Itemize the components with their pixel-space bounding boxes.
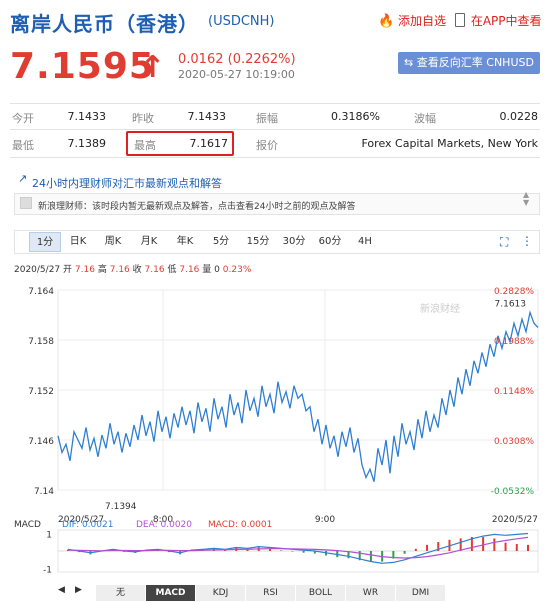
macd-legend-0: MACD: [14, 520, 41, 530]
indicator-tab-1[interactable]: MACD: [146, 585, 196, 601]
divider: [10, 129, 540, 130]
macd-y-tick: 1: [46, 531, 52, 541]
wave-value: 0.0228: [499, 110, 539, 123]
quoter-label: 报价: [256, 139, 278, 152]
tab-5[interactable]: 5分: [205, 232, 237, 252]
reverse-rate-button[interactable]: ⇆ 查看反向汇率 CNHUSD: [398, 52, 540, 74]
macd-bar: [268, 549, 271, 551]
tab-2[interactable]: 周K: [97, 232, 129, 252]
indicator-tab-4[interactable]: BOLL: [296, 585, 346, 601]
tab-4[interactable]: 年K: [169, 232, 201, 252]
news-heading[interactable]: 24小时内理财师对汇市最新观点和解答: [32, 175, 222, 191]
tab-8[interactable]: 60分: [313, 232, 347, 252]
app-view-button[interactable]: 在APP中查看: [455, 12, 542, 29]
macd-bar: [369, 551, 372, 562]
low-value: 7.1389: [67, 137, 107, 150]
scroll-right-icon[interactable]: ▶: [75, 585, 82, 595]
tab-6[interactable]: 15分: [241, 232, 275, 252]
macd-bar: [280, 550, 283, 551]
open-value: 7.1433: [67, 110, 107, 123]
tab-7[interactable]: 30分: [277, 232, 311, 252]
divider: [10, 103, 540, 104]
quoter-value: Forex Capital Markets, New York: [361, 137, 539, 150]
tab-9[interactable]: 4H: [349, 232, 381, 252]
macd-bar: [291, 551, 294, 552]
high-value: 7.1617: [189, 137, 229, 150]
app-view-label: 在APP中查看: [470, 14, 542, 28]
amplitude-label: 振幅: [256, 112, 278, 125]
pct-tick-label: 0.1988%: [494, 337, 534, 347]
x-end-label: 2020/5/27: [492, 515, 538, 525]
macd-bar: [426, 544, 429, 551]
y-tick-label: 7.146: [28, 437, 54, 447]
current-price: 7.1595: [10, 46, 155, 87]
high-marker: 7.1613: [495, 300, 527, 310]
y-tick-label: 7.164: [28, 287, 54, 297]
trend-icon: ↗: [18, 172, 28, 185]
macd-y-tick: -1: [43, 566, 52, 576]
pct-tick-label: -0.0532%: [491, 487, 535, 497]
amplitude-value: 0.3186%: [331, 110, 380, 123]
macd-bar: [403, 551, 406, 554]
macd-legend-3: MACD: 0.0001: [208, 520, 272, 530]
macd-bar: [482, 537, 485, 551]
swap-icon: ⇆: [404, 56, 414, 69]
quote-time: 2020-05-27 10:19:00: [178, 68, 295, 81]
macd-bar: [459, 538, 462, 551]
price-line: [57, 310, 539, 482]
prev-close-value: 7.1433: [187, 110, 227, 123]
macd-legend-2: DEA: 0.0020: [136, 520, 192, 530]
macd-bar: [527, 544, 529, 551]
low-marker: 7.1394: [105, 502, 137, 512]
avatar: [20, 197, 32, 209]
phone-icon: [455, 13, 465, 27]
news-text[interactable]: 新浪理财师：该时段内暂无最新观点及解答，点击查看24小时之前的观点及解答: [38, 199, 355, 212]
fire-icon: 🔥: [378, 14, 395, 29]
high-label: 最高: [134, 139, 156, 152]
indicator-tab-0[interactable]: 无: [96, 585, 146, 601]
indicator-tab-3[interactable]: RSI: [246, 585, 296, 601]
macd-bar: [414, 548, 417, 551]
tab-0[interactable]: 1分: [29, 232, 61, 252]
macd-bar: [493, 538, 496, 551]
up-arrow-icon: ↑: [140, 50, 166, 85]
more-icon[interactable]: ⋮: [521, 234, 533, 248]
low-label: 最低: [12, 139, 34, 152]
indicator-tab-6[interactable]: DMI: [396, 585, 446, 601]
macd-bar: [504, 542, 507, 551]
pct-tick-label: 0.2828%: [494, 287, 534, 297]
indicator-tab-5[interactable]: WR: [346, 585, 396, 601]
wave-label: 波幅: [414, 112, 436, 125]
page-title: 离岸人民币（香港）: [10, 12, 199, 36]
y-tick-label: 7.158: [28, 337, 54, 347]
watermark: 新浪财经: [420, 302, 460, 315]
indicator-tab-2[interactable]: KDJ: [196, 585, 246, 601]
scroll-arrows[interactable]: ▲ ▼: [523, 191, 529, 207]
prev-close-label: 昨收: [132, 112, 154, 125]
macd-legend-1: DIF: 0.0021: [62, 520, 113, 530]
divider: [10, 157, 540, 158]
price-change: 0.0162 (0.2262%): [178, 52, 296, 67]
tab-1[interactable]: 日K: [62, 232, 94, 252]
pct-tick-label: 0.0308%: [494, 437, 534, 447]
dea-line: [67, 536, 529, 559]
macd-bar: [515, 544, 518, 551]
scroll-left-icon[interactable]: ◀: [58, 585, 65, 595]
open-label: 今开: [12, 112, 34, 125]
reverse-rate-label: 查看反向汇率 CNHUSD: [416, 56, 534, 69]
price-chart[interactable]: 7.164 0.2828% 7.158 0.1988% 7.152 0.1148% 7.14…: [0, 272, 550, 602]
x-tick-label: 9:00: [315, 515, 335, 525]
pct-tick-label: 0.1148%: [494, 387, 534, 397]
tab-3[interactable]: 月K: [133, 232, 165, 252]
y-tick-label: 7.152: [28, 387, 54, 397]
fullscreen-icon[interactable]: ⛶: [500, 235, 508, 250]
add-watch-label: 添加自选: [398, 14, 447, 28]
y-tick-label: 7.14: [34, 487, 54, 497]
currency-code: (USDCNH): [208, 14, 275, 29]
add-watch-button[interactable]: 🔥 添加自选: [378, 12, 446, 29]
macd-bar: [302, 551, 305, 553]
